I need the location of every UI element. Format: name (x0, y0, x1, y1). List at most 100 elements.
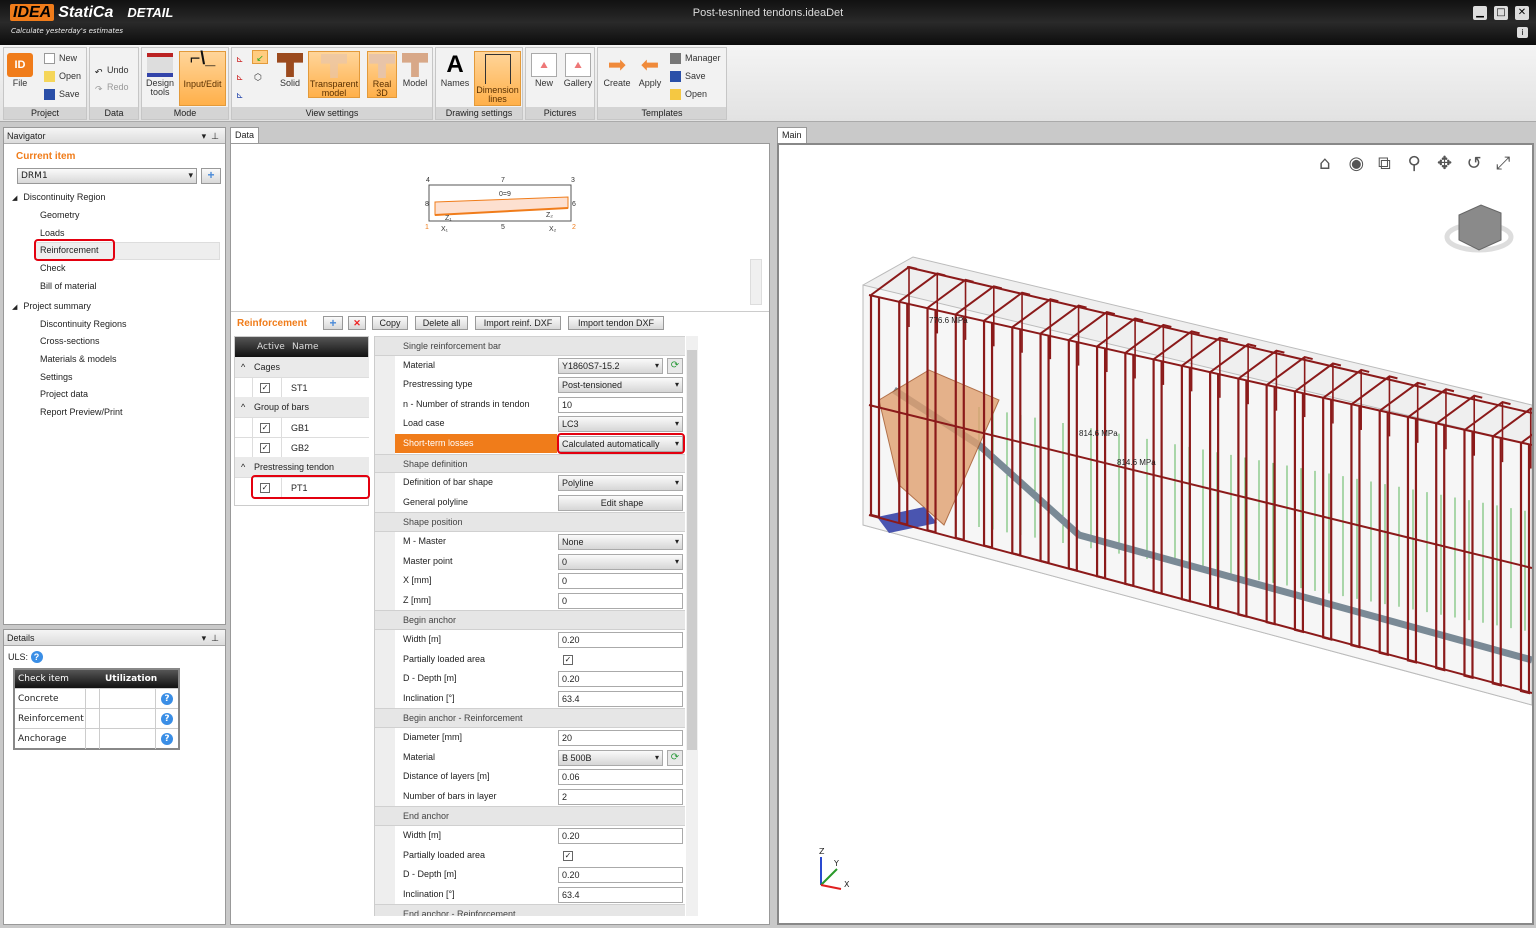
property-scrollbar[interactable] (686, 336, 698, 916)
property-input[interactable]: 0 (558, 573, 683, 590)
nav-item-cross-sections[interactable]: Cross-sections (40, 336, 100, 346)
pin-icon[interactable]: ▾ ⊥ (202, 128, 219, 144)
redo-button[interactable]: ↷ Redo (94, 80, 129, 94)
new-picture-button[interactable]: ⛰ New (529, 51, 559, 96)
view-iso-button[interactable]: ↙ (252, 50, 268, 64)
list-group[interactable]: ^ Cages (235, 357, 369, 377)
property-dropdown[interactable]: Y1860S7-15.2 (558, 357, 663, 374)
tab-main[interactable]: Main (777, 127, 807, 143)
import-reinf-dxf-button[interactable]: Import reinf. DXF (475, 316, 561, 330)
view-xz-button[interactable]: ⊾ (236, 52, 244, 66)
open-button[interactable]: Open (44, 69, 81, 83)
eye-icon[interactable]: ◉ (1349, 153, 1365, 174)
transparent-model-button[interactable]: Transparent model (308, 51, 360, 98)
help-icon[interactable]: ? (30, 651, 43, 663)
real-3d-button[interactable]: Real 3D (367, 51, 397, 98)
property-dropdown[interactable]: Post-tensioned (558, 377, 683, 394)
help-icon[interactable]: ? (161, 713, 173, 725)
view-xy-button[interactable]: ⊾ (236, 88, 244, 102)
active-checkbox[interactable]: ✓ (260, 423, 270, 433)
refresh-icon[interactable]: ⟳ (667, 357, 683, 374)
property-dropdown[interactable]: B 500B (558, 749, 663, 766)
active-checkbox[interactable]: ✓ (260, 443, 270, 453)
property-checkbox[interactable]: ✓ (563, 850, 573, 861)
property-input[interactable]: 0.20 (558, 632, 683, 648)
scrollbar-thumb[interactable] (687, 350, 697, 750)
apply-template-button[interactable]: ⬅ Apply (635, 51, 665, 96)
new-button[interactable]: New (44, 51, 77, 65)
navigation-cube[interactable] (1458, 204, 1502, 251)
refresh-icon[interactable]: ⟳ (667, 749, 683, 766)
view-cube-button[interactable]: ⬡ (254, 70, 262, 84)
list-item[interactable]: ✓ GB1 (235, 417, 369, 438)
list-item[interactable]: ✓ ST1 (235, 377, 369, 398)
property-dropdown[interactable]: Polyline (558, 475, 683, 492)
nav-item-materials-models[interactable]: Materials & models (40, 354, 117, 364)
zoom-window-icon[interactable]: ⧉ (1378, 153, 1391, 174)
collapse-icon[interactable]: ^ (241, 397, 245, 417)
nav-item-bill-of-material[interactable]: Bill of material (40, 281, 97, 291)
import-tendon-dxf-button[interactable]: Import tendon DXF (568, 316, 664, 330)
maximize-button[interactable]: □ (1494, 6, 1508, 20)
minimize-button[interactable]: ▁ (1473, 6, 1487, 20)
nav-item-check[interactable]: Check (40, 263, 66, 273)
add-item-button[interactable]: + (201, 168, 221, 184)
template-manager-button[interactable]: Manager (670, 51, 721, 65)
tree-section[interactable]: ◢ Discontinuity Region (12, 192, 105, 202)
nav-item-settings[interactable]: Settings (40, 372, 73, 382)
tab-data[interactable]: Data (230, 127, 260, 143)
property-input[interactable]: 0.20 (558, 867, 683, 884)
active-checkbox[interactable]: ✓ (260, 383, 270, 393)
help-icon[interactable]: ? (161, 693, 173, 705)
create-template-button[interactable]: ➡ Create (601, 51, 633, 96)
help-icon[interactable]: ? (161, 733, 173, 745)
nav-item-geometry[interactable]: Geometry (40, 210, 80, 220)
edit-shape-button[interactable]: Edit shape (558, 494, 683, 511)
property-input[interactable]: 10 (558, 396, 683, 413)
list-item[interactable]: ✓ GB2 (235, 437, 369, 458)
property-input[interactable]: 2 (558, 788, 683, 805)
model-button[interactable]: Model (400, 51, 430, 96)
property-checkbox[interactable]: ✓ (563, 654, 573, 665)
copy-button[interactable]: Copy (372, 316, 408, 330)
sketch-scrollbar[interactable] (750, 259, 762, 305)
property-input[interactable]: 0.20 (558, 828, 683, 844)
pan-icon[interactable]: ✥ (1437, 153, 1452, 174)
gallery-button[interactable]: ⛰ Gallery (562, 51, 594, 96)
delete-reinforcement-button[interactable]: ✕ (348, 316, 366, 330)
close-button[interactable]: ✕ (1515, 6, 1529, 20)
expand-icon[interactable]: ◢ (12, 304, 17, 311)
home-icon[interactable]: ⌂ (1319, 153, 1330, 174)
template-save-button[interactable]: Save (670, 69, 706, 83)
list-group[interactable]: ^ Prestressing tendon (235, 457, 369, 477)
property-input[interactable]: 0.06 (558, 769, 683, 786)
input-edit-button[interactable]: ⌐\_ Input/Edit (179, 49, 226, 106)
nav-item-project-data[interactable]: Project data (40, 389, 88, 399)
3d-viewport[interactable]: 776.6 MPa 814.6 MPa 814.6 MPa ZY X (779, 145, 1532, 923)
tree-section[interactable]: ◢ Project summary (12, 301, 91, 311)
rotate-icon[interactable]: ↺ (1467, 153, 1482, 174)
solid-button[interactable]: Solid (276, 51, 304, 96)
collapse-icon[interactable]: ^ (241, 357, 245, 377)
collapse-icon[interactable]: ^ (241, 457, 245, 477)
current-item-select[interactable]: DRM1 ▾ (17, 168, 197, 184)
template-open-button[interactable]: Open (670, 87, 707, 101)
add-reinforcement-button[interactable]: + (323, 316, 343, 330)
file-button[interactable]: ID File (6, 51, 34, 91)
delete-all-button[interactable]: Delete all (415, 316, 468, 330)
property-input[interactable]: 0 (558, 592, 683, 609)
view-yz-button[interactable]: ⊾ (236, 70, 244, 84)
save-button[interactable]: Save (44, 87, 80, 101)
property-input[interactable]: 63.4 (558, 690, 683, 707)
property-dropdown[interactable]: LC3 (558, 416, 683, 433)
property-dropdown[interactable]: None (558, 534, 683, 550)
pin-icon[interactable]: ▾ ⊥ (202, 630, 219, 646)
undo-button[interactable]: ↶ Undo (94, 63, 129, 77)
property-input[interactable]: 20 (558, 730, 683, 746)
design-tools-button[interactable]: Design tools (144, 51, 176, 103)
names-button[interactable]: A Names (439, 51, 471, 96)
fullscreen-icon[interactable]: ⤢ (1496, 153, 1510, 174)
expand-icon[interactable]: ◢ (12, 195, 17, 202)
property-input[interactable]: 0.20 (558, 671, 683, 688)
property-dropdown[interactable]: 0 (558, 553, 683, 570)
